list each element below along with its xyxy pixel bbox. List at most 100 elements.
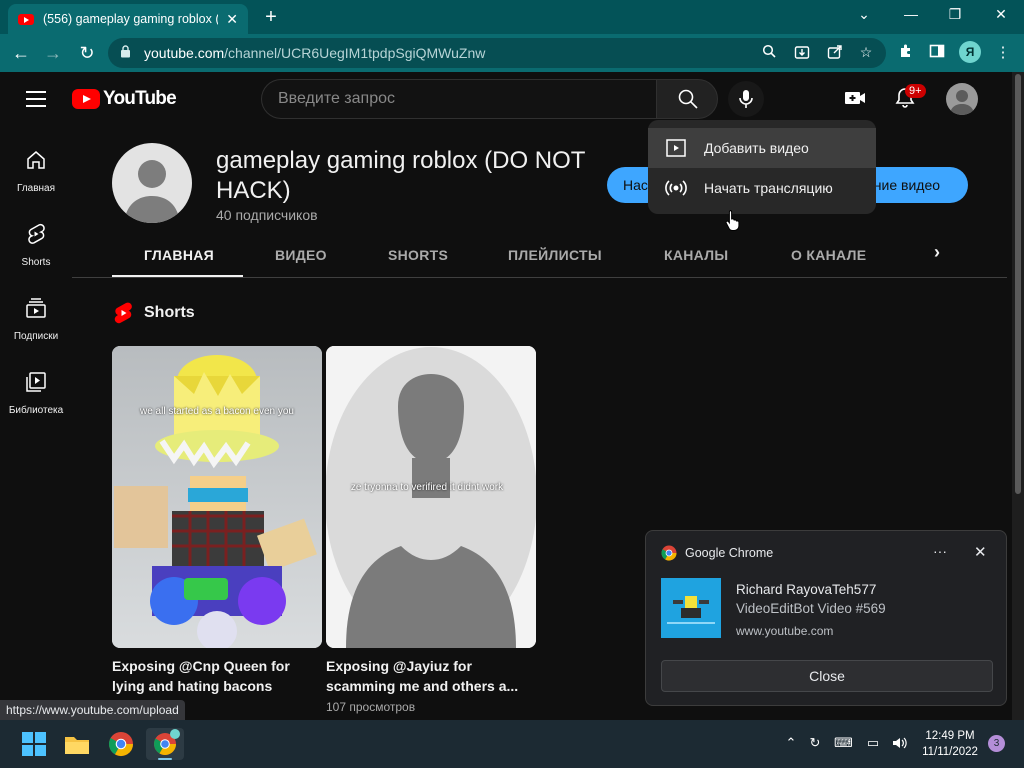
extensions-icon[interactable] — [896, 43, 916, 63]
browser-toolbar: ← → ↻ youtube.com/channel/UCR6UegIM1tpdp… — [0, 34, 1024, 72]
chrome-taskbar-button[interactable] — [105, 728, 137, 760]
minimize-button[interactable]: — — [900, 6, 922, 22]
sidebar-label-subscriptions: Подписки — [13, 331, 59, 342]
microphone-icon — [739, 90, 753, 108]
windows-logo-icon — [22, 732, 46, 756]
browser-title-bar: (556) gameplay gaming roblox (D ✕ + ⌄ — … — [0, 0, 1024, 34]
sidebar-item-library[interactable]: Библиотека — [0, 370, 72, 416]
menu-icon[interactable] — [26, 91, 46, 107]
short-thumbnail[interactable]: ze tryonna to verifired it didnt work — [326, 346, 536, 648]
shorts-shelf-heading: Shorts — [114, 302, 195, 324]
default-avatar-thumbnail — [326, 346, 536, 648]
sidebar-item-home[interactable]: Главная — [0, 148, 72, 194]
chrome-profile-icon — [154, 729, 180, 760]
new-tab-button[interactable]: + — [260, 6, 282, 29]
search-icon[interactable] — [760, 44, 778, 62]
notification-app-name: Google Chrome — [685, 546, 774, 560]
clock-date: 11/11/2022 — [922, 746, 978, 758]
tab-search-icon[interactable]: ⌄ — [853, 6, 875, 23]
chrome-menu-icon[interactable]: ⋮ — [993, 43, 1013, 63]
sidebar-label-home: Главная — [16, 183, 56, 194]
create-video-button[interactable] — [843, 86, 867, 110]
search-icon — [678, 89, 698, 109]
tab-videos[interactable]: ВИДЕО — [275, 247, 327, 263]
youtube-favicon-icon — [18, 13, 34, 25]
search-button[interactable] — [656, 79, 718, 119]
restore-button[interactable]: ❐ — [944, 6, 966, 23]
chrome-profile-taskbar-button[interactable] — [146, 728, 184, 760]
live-broadcast-icon — [665, 180, 687, 196]
browser-tab[interactable]: (556) gameplay gaming roblox (D ✕ — [8, 4, 248, 34]
notification-count-badge: 9+ — [905, 84, 926, 98]
account-avatar[interactable] — [946, 83, 978, 115]
side-panel-icon[interactable] — [927, 43, 947, 63]
menu-item-label: Добавить видео — [704, 140, 809, 156]
keyboard-icon[interactable]: ⌨ — [834, 735, 853, 753]
tab-playlists[interactable]: ПЛЕЙЛИСТЫ — [508, 247, 602, 263]
notification-thumbnail — [661, 578, 721, 638]
chrome-icon — [108, 732, 133, 757]
shorts-logo-icon — [114, 302, 132, 324]
tab-about[interactable]: О КАНАЛЕ — [791, 247, 866, 263]
sidebar-item-shorts[interactable]: Shorts — [0, 222, 72, 268]
network-icon[interactable]: ▭ — [864, 735, 882, 753]
url-host: youtube.com — [144, 45, 225, 61]
back-button[interactable]: ← — [10, 42, 32, 64]
notification-center-badge[interactable]: 3 — [988, 735, 1005, 752]
short-title[interactable]: Exposing @Cnp Queen for lying and hating… — [112, 656, 322, 696]
channel-avatar[interactable] — [112, 143, 192, 223]
tab-channels[interactable]: КАНАЛЫ — [664, 247, 728, 263]
notification-more-icon[interactable]: ··· — [933, 543, 947, 559]
subscriber-count: 40 подписчиков — [216, 207, 318, 223]
voice-search-button[interactable] — [728, 81, 764, 117]
show-hidden-icons-chevron[interactable]: ⌃ — [782, 735, 800, 753]
sidebar-label-shorts: Shorts — [21, 257, 51, 268]
status-url-bubble: https://www.youtube.com/upload — [0, 700, 185, 721]
reload-button[interactable]: ↻ — [76, 42, 98, 64]
volume-icon[interactable] — [890, 735, 908, 753]
tab-shorts[interactable]: SHORTS — [388, 247, 448, 263]
shorts-icon — [28, 223, 45, 244]
folder-icon — [65, 737, 89, 754]
notification-app: Google Chrome — [661, 545, 773, 561]
short-overlay-text: ze tryonna to verifired it didnt work — [350, 482, 504, 493]
video-camera-plus-icon — [845, 92, 865, 104]
short-card[interactable]: we all started as a bacon even you Expos… — [112, 346, 322, 712]
short-thumbnail[interactable]: we all started as a bacon even you — [112, 346, 322, 648]
menu-item-upload-video[interactable]: Добавить видео — [648, 128, 876, 168]
menu-item-label: Начать трансляцию — [704, 180, 833, 196]
sync-icon[interactable]: ↻ — [806, 735, 824, 753]
window-close-button[interactable]: ✕ — [990, 6, 1012, 23]
upload-video-icon — [666, 139, 686, 157]
share-icon[interactable] — [826, 44, 844, 62]
start-button[interactable] — [18, 728, 50, 760]
bookmark-star-icon[interactable]: ☆ — [857, 44, 875, 62]
chrome-notification[interactable]: Google Chrome ··· ✕ Richard RayovaTeh577… — [645, 530, 1007, 706]
clock[interactable]: 12:49 PM 11/11/2022 — [915, 728, 985, 760]
sidebar-item-subscriptions[interactable]: Подписки — [0, 296, 72, 342]
youtube-logo[interactable]: YouTube — [72, 88, 177, 110]
notification-close-button[interactable]: Close — [661, 660, 993, 692]
tabs-divider — [72, 277, 1007, 278]
tab-home[interactable]: ГЛАВНАЯ — [144, 247, 214, 263]
short-card[interactable]: ze tryonna to verifired it didnt work Ex… — [326, 346, 536, 714]
lock-icon[interactable] — [120, 45, 132, 61]
profile-avatar[interactable]: Я — [959, 41, 981, 63]
tab-close-icon[interactable]: ✕ — [226, 11, 238, 28]
library-icon — [26, 372, 46, 392]
short-title[interactable]: Exposing @Jayiuz­ for scamming me and ot… — [326, 656, 536, 696]
tab-title: (556) gameplay gaming roblox (D — [43, 12, 219, 26]
menu-item-go-live[interactable]: Начать трансляцию — [648, 168, 876, 208]
scrollbar-thumb[interactable] — [1015, 74, 1021, 494]
short-overlay-text: we all started as a bacon even you — [140, 406, 294, 417]
notification-body: VideoEditBot Video #569 — [736, 601, 886, 616]
notification-source: www.youtube.com — [736, 624, 834, 638]
page-scrollbar[interactable] — [1012, 72, 1024, 720]
search-input[interactable]: Введите запрос — [261, 79, 656, 119]
install-app-icon[interactable] — [793, 44, 811, 62]
file-explorer-button[interactable] — [61, 728, 93, 760]
tabs-next-chevron-icon[interactable]: › — [934, 242, 940, 263]
roblox-character-thumbnail — [112, 346, 322, 648]
forward-button[interactable]: → — [42, 42, 64, 64]
notification-close-icon[interactable]: ✕ — [974, 543, 987, 561]
